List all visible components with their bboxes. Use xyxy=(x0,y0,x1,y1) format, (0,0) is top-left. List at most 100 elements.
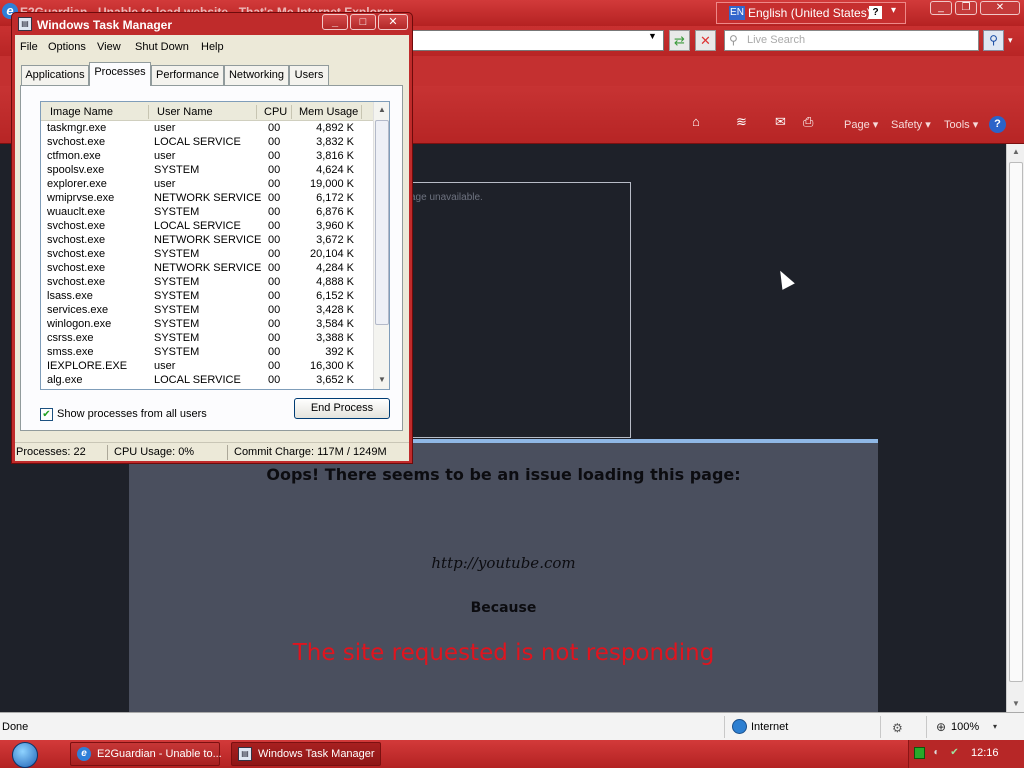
stop-button[interactable]: ✕ xyxy=(695,30,716,51)
print-icon[interactable]: ⎙ xyxy=(803,114,813,130)
table-row[interactable]: lsass.exe SYSTEM 00 6,152 K xyxy=(41,290,373,304)
language-bar-options-icon[interactable]: ▾ xyxy=(891,5,896,16)
ie-restore-button[interactable]: ❐ xyxy=(955,1,977,15)
column-mem-usage[interactable]: Mem Usage xyxy=(299,106,358,118)
volume-icon[interactable]: ◐ xyxy=(931,747,942,759)
menu-help[interactable]: Help xyxy=(201,41,224,53)
home-icon[interactable]: ⌂ xyxy=(692,114,700,129)
tm-close-button[interactable]: ✕ xyxy=(378,14,408,30)
process-name: ctfmon.exe xyxy=(47,150,101,162)
error-heading: Oops! There seems to be an issue loading… xyxy=(266,465,741,484)
table-row[interactable]: wuauclt.exe SYSTEM 00 6,876 K xyxy=(41,206,373,220)
column-separator[interactable] xyxy=(361,105,362,119)
taskbar-item-internet-explorer[interactable]: e E2Guardian - Unable to... xyxy=(70,742,222,766)
search-options-icon[interactable]: ▾ xyxy=(1008,35,1013,46)
tab-performance[interactable]: Performance xyxy=(151,65,224,85)
table-row[interactable]: csrss.exe SYSTEM 00 3,388 K xyxy=(41,332,373,346)
table-row[interactable]: alg.exe LOCAL SERVICE 00 3,652 K xyxy=(41,374,373,388)
ie-minimize-button[interactable]: _ xyxy=(930,1,952,15)
network-status-icon[interactable] xyxy=(914,747,925,759)
scroll-down-icon[interactable]: ▼ xyxy=(1007,696,1024,712)
table-row[interactable]: svchost.exe NETWORK SERVICE 00 4,284 K xyxy=(41,262,373,276)
search-box[interactable]: ⚲ Live Search xyxy=(724,30,979,51)
taskbar: e E2Guardian - Unable to... ▤ Windows Ta… xyxy=(0,740,1024,768)
process-mem: 4,888 K xyxy=(316,276,354,288)
table-row[interactable]: svchost.exe LOCAL SERVICE 00 3,832 K xyxy=(41,136,373,150)
tab-networking[interactable]: Networking xyxy=(224,65,289,85)
scrollbar-thumb[interactable] xyxy=(375,120,389,325)
language-bar[interactable]: EN English (United States) ? ▾ xyxy=(716,2,906,24)
ie-close-button[interactable]: ✕ xyxy=(980,1,1020,15)
language-name[interactable]: English (United States) xyxy=(748,6,871,20)
table-row[interactable]: svchost.exe SYSTEM 00 4,888 K xyxy=(41,276,373,290)
protected-mode-icon[interactable]: ⚙ xyxy=(892,721,903,735)
menu-shut-down[interactable]: Shut Down xyxy=(135,41,189,53)
tab-processes[interactable]: Processes xyxy=(89,62,151,86)
scrollbar-thumb[interactable] xyxy=(1009,162,1023,682)
search-button[interactable]: ⚲ xyxy=(983,30,1004,51)
column-separator[interactable] xyxy=(291,105,292,119)
show-all-processes-label[interactable]: Show processes from all users xyxy=(57,408,207,420)
start-button[interactable] xyxy=(0,740,54,768)
scroll-up-icon[interactable]: ▲ xyxy=(374,102,389,118)
help-icon[interactable]: ? xyxy=(989,116,1006,133)
system-tray: ◐ ✔ 12:16 xyxy=(908,740,1024,768)
column-separator[interactable] xyxy=(256,105,257,119)
table-row[interactable]: spoolsv.exe SYSTEM 00 4,624 K xyxy=(41,164,373,178)
table-row[interactable]: IEXPLORE.EXE user 00 16,300 K xyxy=(41,360,373,374)
column-separator[interactable] xyxy=(148,105,149,119)
end-process-button[interactable]: End Process xyxy=(294,398,390,419)
zoom-icon[interactable]: ⊕ xyxy=(936,720,946,734)
clock[interactable]: 12:16 xyxy=(971,747,999,759)
page-menu[interactable]: Page ▾ xyxy=(844,118,878,131)
feeds-icon[interactable]: ≋ xyxy=(736,114,747,130)
zoom-level[interactable]: 100% xyxy=(951,721,979,733)
mail-icon[interactable]: ✉ xyxy=(775,114,786,130)
table-row[interactable]: svchost.exe NETWORK SERVICE 00 3,672 K xyxy=(41,234,373,248)
page-scrollbar[interactable]: ▲ ▼ xyxy=(1006,144,1024,712)
process-list-scrollbar[interactable]: ▲ ▼ xyxy=(373,102,389,389)
address-bar[interactable] xyxy=(410,30,664,51)
table-row[interactable]: svchost.exe LOCAL SERVICE 00 3,960 K xyxy=(41,220,373,234)
task-manager-title-bar[interactable]: ▤ Windows Task Manager _ □ ✕ xyxy=(12,13,412,35)
tab-applications[interactable]: Applications xyxy=(21,65,89,85)
menu-file[interactable]: File xyxy=(20,41,38,53)
zone-label[interactable]: Internet xyxy=(751,721,788,733)
process-name: IEXPLORE.EXE xyxy=(47,360,128,372)
mouse-cursor-icon xyxy=(774,267,795,290)
security-icon[interactable]: ✔ xyxy=(949,747,960,759)
column-user-name[interactable]: User Name xyxy=(157,106,213,118)
safety-menu[interactable]: Safety ▾ xyxy=(891,118,931,131)
table-row[interactable]: explorer.exe user 00 19,000 K xyxy=(41,178,373,192)
taskbar-item-label: Windows Task Manager xyxy=(258,748,375,760)
language-help-icon[interactable]: ? xyxy=(869,6,882,19)
table-row[interactable]: winlogon.exe SYSTEM 00 3,584 K xyxy=(41,318,373,332)
column-cpu[interactable]: CPU xyxy=(264,106,287,118)
process-user: SYSTEM xyxy=(154,304,200,316)
because-label: Because xyxy=(470,600,537,616)
zoom-dropdown-icon[interactable]: ▾ xyxy=(993,722,997,731)
taskbar-item-task-manager[interactable]: ▤ Windows Task Manager xyxy=(231,742,381,766)
table-row[interactable]: taskmgr.exe user 00 4,892 K xyxy=(41,122,373,136)
show-all-processes-checkbox[interactable]: ✔ xyxy=(40,408,53,421)
search-input[interactable]: Live Search xyxy=(747,34,805,46)
table-row[interactable]: services.exe SYSTEM 00 3,428 K xyxy=(41,304,373,318)
tm-minimize-button[interactable]: _ xyxy=(322,14,348,30)
task-manager-icon: ▤ xyxy=(238,747,252,761)
table-row[interactable]: svchost.exe SYSTEM 00 20,104 K xyxy=(41,248,373,262)
refresh-button[interactable]: ⇄ xyxy=(669,30,690,51)
tm-maximize-button[interactable]: □ xyxy=(350,14,376,30)
scroll-up-icon[interactable]: ▲ xyxy=(1007,144,1024,160)
table-row[interactable]: ctfmon.exe user 00 3,816 K xyxy=(41,150,373,164)
menu-options[interactable]: Options xyxy=(48,41,86,53)
menu-view[interactable]: View xyxy=(97,41,121,53)
tab-users[interactable]: Users xyxy=(289,65,329,85)
table-row[interactable]: wmiprvse.exe NETWORK SERVICE 00 6,172 K xyxy=(41,192,373,206)
table-row[interactable]: smss.exe SYSTEM 00 392 K xyxy=(41,346,373,360)
address-dropdown-icon[interactable]: ▼ xyxy=(648,31,657,41)
scroll-down-icon[interactable]: ▼ xyxy=(374,372,389,388)
tools-menu[interactable]: Tools ▾ xyxy=(944,118,978,131)
process-mem: 3,428 K xyxy=(316,304,354,316)
process-list[interactable]: Image Name User Name CPU Mem Usage taskm… xyxy=(40,101,390,390)
column-image-name[interactable]: Image Name xyxy=(50,106,113,118)
